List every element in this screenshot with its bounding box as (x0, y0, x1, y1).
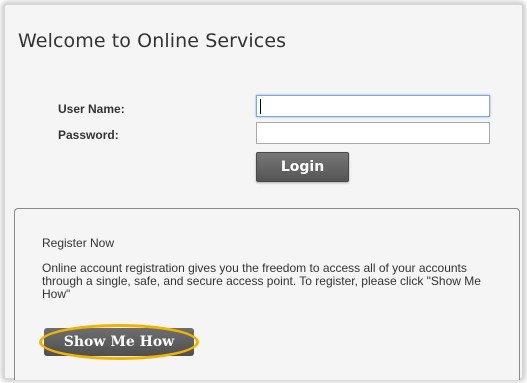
register-title: Register Now (42, 236, 115, 250)
register-description: Online account registration gives you th… (42, 261, 481, 301)
page-title: Welcome to Online Services (18, 30, 287, 52)
password-input[interactable] (256, 122, 490, 144)
text-caret (260, 99, 261, 114)
login-button[interactable]: Login (256, 152, 349, 182)
username-label: User Name: (58, 102, 125, 116)
username-input[interactable] (256, 95, 490, 117)
show-me-how-button[interactable]: Show Me How (44, 328, 194, 356)
password-label: Password: (58, 128, 119, 142)
